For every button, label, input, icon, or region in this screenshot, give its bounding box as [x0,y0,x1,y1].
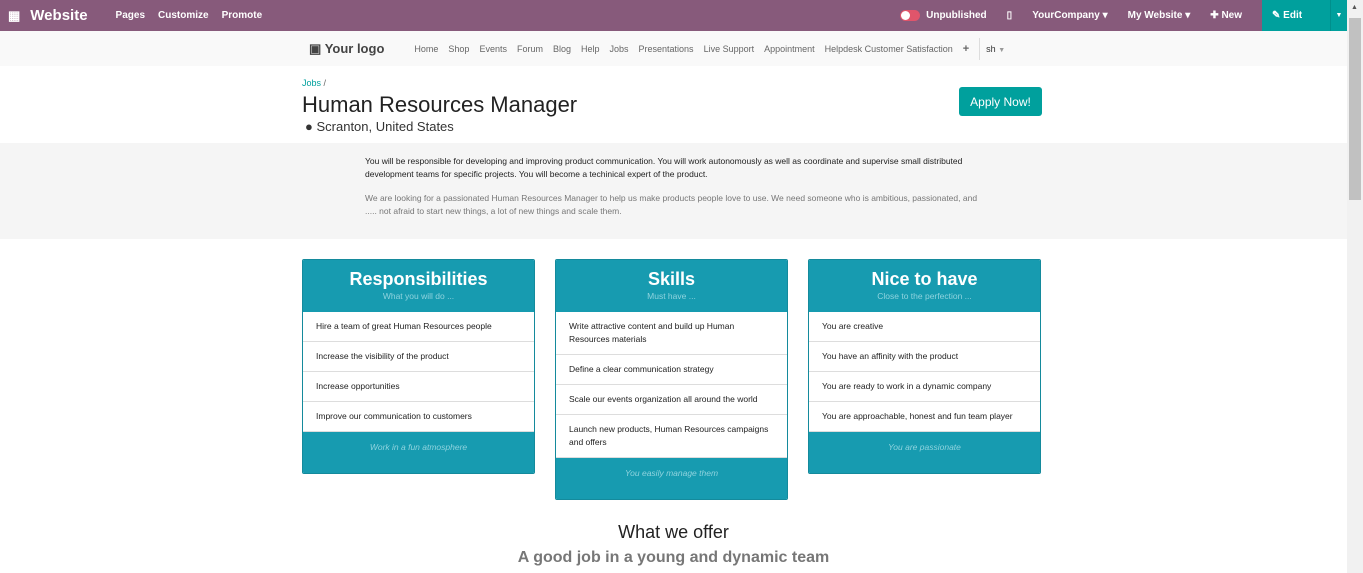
offer-subtitle: A good job in a young and dynamic team [517,549,830,566]
add-menu-item-icon[interactable]: + [963,43,969,55]
user-menu[interactable]: sh ▼ [986,44,1005,54]
divider [979,37,981,60]
list-item: You are ready to work in a dynamic compa… [809,372,1040,402]
offer-title: What we offer [618,522,729,542]
chevron-down-icon: ▼ [998,46,1006,54]
pencil-icon: ✎ [1272,10,1281,21]
plus-icon: ✚ [1210,10,1219,21]
publish-toggle[interactable] [900,10,921,21]
nav-forum[interactable]: Forum [517,44,543,54]
new-button[interactable]: ✚ New [1210,10,1242,21]
page-scrollbar[interactable]: ▲ [1347,0,1363,573]
apply-now-button[interactable]: Apply Now! [959,87,1042,116]
list-item: Hire a team of great Human Resources peo… [303,312,534,342]
edit-label: Edit [1283,10,1303,21]
nav-presentations[interactable]: Presentations [639,44,694,54]
scrollbar-thumb[interactable] [1349,18,1361,200]
company-label: YourCompany [1032,10,1100,21]
description-paragraph: We are looking for a passionated Human R… [365,193,978,216]
nav-events[interactable]: Events [479,44,507,54]
job-location: ● Scranton, United States [305,119,454,134]
list-item: You have an affinity with the product [809,342,1040,372]
card-responsibilities: Responsibilities What you will do ... Hir… [302,259,535,474]
menu-pages[interactable]: Pages [116,10,145,21]
list-item: Launch new products, Human Resources cam… [556,415,787,458]
edit-dropdown-toggle[interactable]: ▼ [1330,0,1347,31]
card-title: Responsibilities [349,269,488,289]
site-navbar: ▣ Your logo Home Shop Events Forum Blog … [0,31,1347,66]
top-bar: ▦ Website Pages Customize Promote Unpubl… [0,0,1363,31]
apps-grid-icon[interactable]: ▦ [8,8,20,24]
list-item: Increase the visibility of the product [303,342,534,372]
card-subtitle: What you will do ... [382,291,455,301]
nav-jobs[interactable]: Jobs [610,44,629,54]
card-title: Skills [647,269,696,289]
logo-text: Your logo [324,40,385,56]
nav-appointment[interactable]: Appointment [764,44,815,54]
site-logo[interactable]: ▣ Your logo [309,41,384,57]
card-skills: Skills Must have ... Write attractive con… [555,259,788,500]
card-footer: Work in a fun atmosphere [303,432,534,473]
menu-promote[interactable]: Promote [222,10,263,21]
new-label: New [1221,10,1242,21]
company-dropdown[interactable]: YourCompany ▾ [1032,10,1107,21]
menu-customize[interactable]: Customize [158,10,209,21]
nav-shop[interactable]: Shop [448,44,469,54]
job-cards: Responsibilities What you will do ... Hir… [302,259,1041,500]
list-item: You are approachable, honest and fun tea… [809,402,1040,432]
description-paragraph: You will be responsible for developing a… [365,156,963,179]
nav-home[interactable]: Home [414,44,438,54]
nav-help[interactable]: Help [581,44,600,54]
list-item: You are creative [809,312,1040,342]
job-header: Jobs / Human Resources Manager ● Scranto… [0,66,1347,143]
list-item: Define a clear communication strategy [556,355,787,385]
breadcrumb: Jobs / [302,78,326,88]
scroll-up-icon[interactable]: ▲ [1351,4,1358,11]
card-subtitle: Must have ... [647,291,696,301]
job-description: You will be responsible for developing a… [0,143,1347,239]
nav-blog[interactable]: Blog [553,44,571,54]
card-footer: You easily manage them [556,458,787,499]
edit-button[interactable]: ✎ Edit [1262,0,1330,31]
user-name: sh [986,43,996,54]
page-title: Human Resources Manager [302,92,578,117]
website-label: My Website [1127,10,1183,21]
list-item: Increase opportunities [303,372,534,402]
nav-live-support[interactable]: Live Support [704,44,755,54]
breadcrumb-jobs[interactable]: Jobs [302,78,321,88]
location-text: Scranton, United States [316,119,454,134]
app-name[interactable]: Website [30,7,87,24]
breadcrumb-separator: / [323,78,327,88]
publish-status[interactable]: Unpublished [926,10,987,21]
list-item: Write attractive content and build up Hu… [556,312,787,355]
list-item: Scale our events organization all around… [556,385,787,415]
map-marker-icon: ● [305,119,313,134]
list-item: Improve our communication to customers [303,402,534,432]
website-dropdown[interactable]: My Website ▾ [1128,10,1191,21]
offer-section: What we offer A good job in a young and … [0,522,1347,567]
nav-helpdesk[interactable]: Helpdesk Customer Satisfaction [825,44,953,54]
mobile-preview-icon[interactable]: ▯ [1007,10,1013,21]
camera-icon: ▣ [309,40,322,56]
card-footer: You are passionate [809,432,1040,473]
card-subtitle: Close to the perfection ... [877,291,972,301]
card-title: Nice to have [871,269,978,289]
card-nice-to-have: Nice to have Close to the perfection ... … [808,259,1041,474]
